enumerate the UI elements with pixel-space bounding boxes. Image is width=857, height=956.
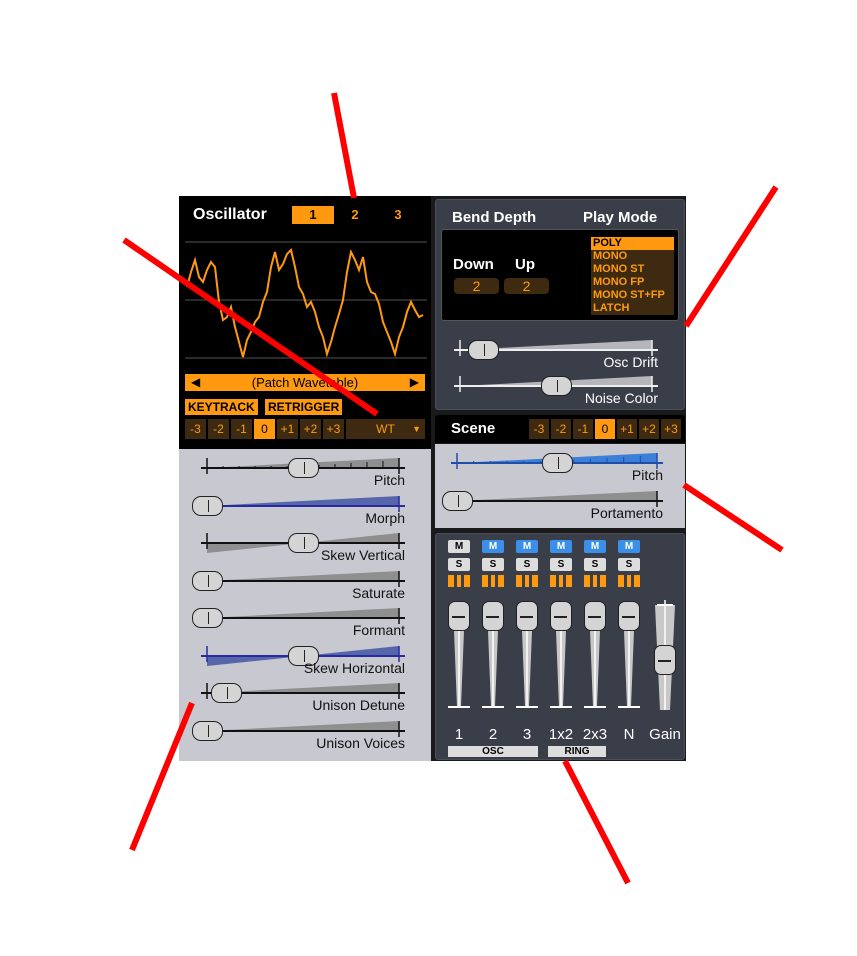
annotation-overlay — [122, 92, 784, 885]
annotation-line — [562, 759, 631, 885]
annotation-line — [122, 237, 379, 417]
annotation-line — [129, 701, 195, 852]
annotation-line — [683, 185, 779, 328]
annotation-line — [331, 92, 357, 199]
annotation-line — [682, 482, 784, 553]
